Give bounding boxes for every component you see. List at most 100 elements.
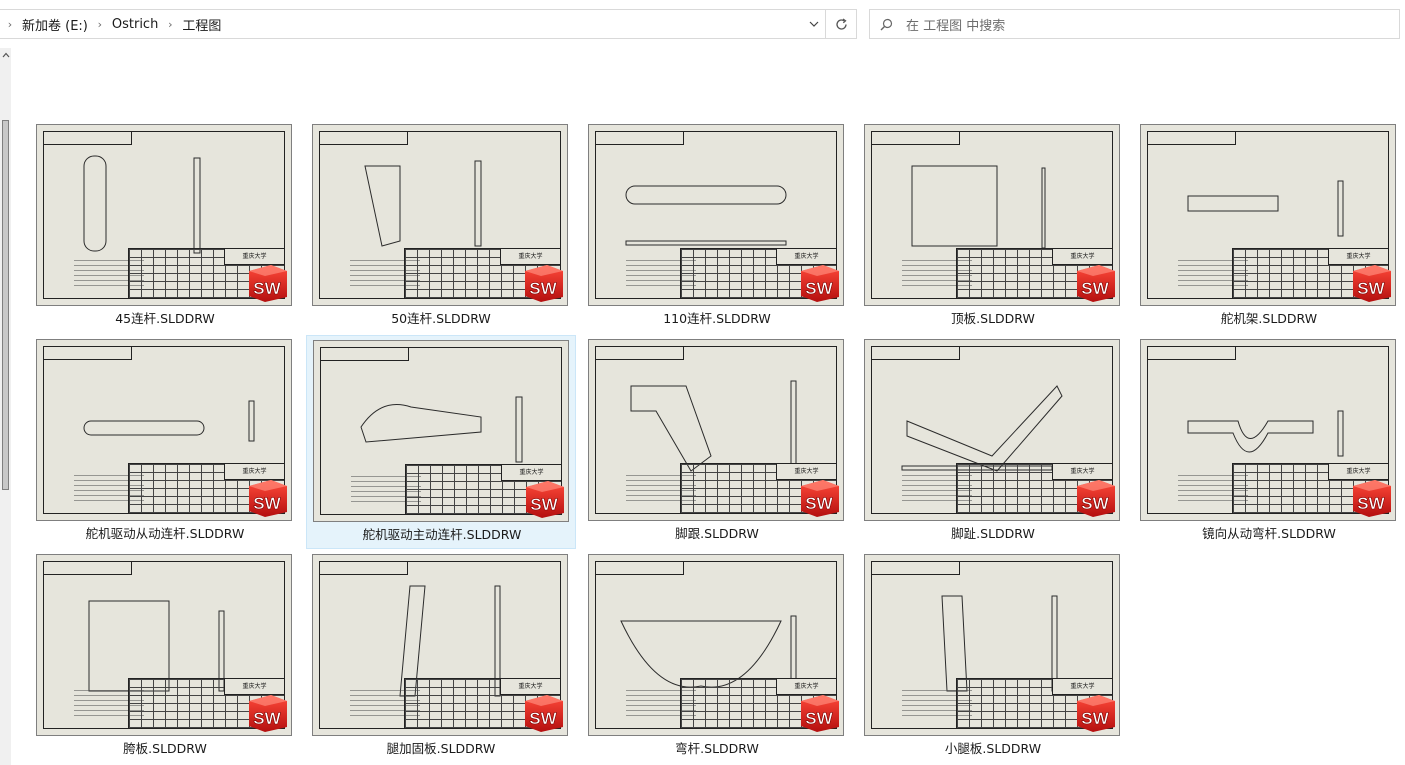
- file-item[interactable]: 重庆大学 SW 顶板.SLDDRW: [858, 120, 1128, 334]
- sheet-corner-box: [596, 562, 684, 575]
- solidworks-logo-icon: SW: [525, 695, 563, 732]
- file-item[interactable]: 重庆大学 SW 50连杆.SLDDRW: [306, 120, 576, 334]
- solidworks-logo-icon: SW: [249, 265, 287, 302]
- sheet-corner-box: [1148, 132, 1236, 145]
- drawing-thumbnail: 重庆大学 SW: [864, 554, 1120, 736]
- file-item[interactable]: 重庆大学 SW 胯板.SLDDRW: [30, 550, 300, 764]
- sheet-corner-box: [872, 347, 960, 360]
- breadcrumb-drive[interactable]: 新加卷 (E:): [20, 15, 90, 34]
- file-name: 顶板.SLDDRW: [951, 311, 1035, 326]
- file-name: 弯杆.SLDDRW: [675, 741, 759, 756]
- drawing-thumbnail: 重庆大学 SW: [1140, 124, 1396, 306]
- file-name: 45连杆.SLDDRW: [115, 311, 215, 326]
- solidworks-logo-icon: SW: [526, 481, 564, 518]
- file-item[interactable]: 重庆大学 SW 110连杆.SLDDRW: [582, 120, 852, 334]
- svg-text:SW: SW: [529, 709, 557, 728]
- solidworks-logo-icon: SW: [801, 480, 839, 517]
- file-name: 镜向从动弯杆.SLDDRW: [1202, 526, 1336, 541]
- file-name: 舵机架.SLDDRW: [1220, 311, 1318, 326]
- search-icon: [880, 18, 906, 31]
- address-bar[interactable]: › 新加卷 (E:) › Ostrich › 工程图: [0, 9, 857, 39]
- refresh-icon[interactable]: [826, 10, 856, 38]
- drawing-thumbnail: 重庆大学 SW: [588, 339, 844, 521]
- sheet-corner-box: [596, 347, 684, 360]
- solidworks-logo-icon: SW: [249, 480, 287, 517]
- chevron-down-icon[interactable]: [802, 10, 826, 38]
- drawing-thumbnail: 重庆大学 SW: [1140, 339, 1396, 521]
- file-item[interactable]: 重庆大学 SW 镜向从动弯杆.SLDDRW: [1134, 335, 1404, 549]
- file-name: 胯板.SLDDRW: [123, 741, 207, 756]
- solidworks-logo-icon: SW: [1353, 480, 1391, 517]
- sheet-corner-box: [872, 562, 960, 575]
- scroll-up-icon[interactable]: [1, 50, 10, 62]
- drawing-thumbnail: 重庆大学 SW: [588, 554, 844, 736]
- file-item[interactable]: 重庆大学 SW 小腿板.SLDDRW: [858, 550, 1128, 764]
- file-name: 小腿板.SLDDRW: [944, 741, 1042, 756]
- solidworks-logo-icon: SW: [1077, 265, 1115, 302]
- file-item[interactable]: 重庆大学 SW 脚跟.SLDDRW: [582, 335, 852, 549]
- chevron-right-icon[interactable]: ›: [90, 18, 110, 31]
- sheet-corner-box: [320, 132, 408, 145]
- svg-text:SW: SW: [805, 709, 833, 728]
- chevron-right-icon[interactable]: ›: [0, 18, 20, 31]
- chevron-right-icon[interactable]: ›: [160, 18, 180, 31]
- svg-text:SW: SW: [253, 709, 281, 728]
- file-item[interactable]: 重庆大学 SW 弯杆.SLDDRW: [582, 550, 852, 764]
- file-name: 舵机驱动从动连杆.SLDDRW: [85, 526, 245, 541]
- solidworks-logo-icon: SW: [1077, 695, 1115, 732]
- file-name: 脚趾.SLDDRW: [951, 526, 1035, 541]
- drawing-thumbnail: 重庆大学 SW: [36, 554, 292, 736]
- file-name: 脚跟.SLDDRW: [675, 526, 759, 541]
- drawing-thumbnail: 重庆大学 SW: [313, 340, 569, 522]
- svg-text:SW: SW: [1081, 709, 1109, 728]
- file-name: 舵机驱动主动连杆.SLDDRW: [362, 527, 522, 542]
- file-item[interactable]: 重庆大学 SW 舵机驱动主动连杆.SLDDRW: [306, 335, 576, 549]
- drawing-thumbnail: 重庆大学 SW: [588, 124, 844, 306]
- svg-text:SW: SW: [253, 279, 281, 298]
- search-input[interactable]: 在 工程图 中搜索: [869, 9, 1400, 39]
- search-placeholder: 在 工程图 中搜索: [906, 18, 1006, 34]
- drawing-thumbnail: 重庆大学 SW: [864, 339, 1120, 521]
- solidworks-logo-icon: SW: [1353, 265, 1391, 302]
- file-name: 50连杆.SLDDRW: [391, 311, 491, 326]
- sheet-corner-box: [320, 562, 408, 575]
- drawing-thumbnail: 重庆大学 SW: [312, 554, 568, 736]
- solidworks-logo-icon: SW: [1077, 480, 1115, 517]
- svg-text:SW: SW: [1357, 279, 1385, 298]
- file-item[interactable]: 重庆大学 SW 舵机架.SLDDRW: [1134, 120, 1404, 334]
- svg-text:SW: SW: [1081, 279, 1109, 298]
- vertical-scrollbar[interactable]: [0, 48, 11, 765]
- breadcrumb-current-folder[interactable]: 工程图: [180, 15, 223, 34]
- sheet-corner-box: [44, 562, 132, 575]
- sheet-corner-box: [44, 347, 132, 360]
- svg-text:SW: SW: [1081, 494, 1109, 513]
- drawing-thumbnail: 重庆大学 SW: [864, 124, 1120, 306]
- solidworks-logo-icon: SW: [801, 695, 839, 732]
- file-name: 腿加固板.SLDDRW: [386, 741, 496, 756]
- svg-text:SW: SW: [253, 494, 281, 513]
- solidworks-logo-icon: SW: [249, 695, 287, 732]
- svg-text:SW: SW: [805, 279, 833, 298]
- file-item[interactable]: 重庆大学 SW 舵机驱动从动连杆.SLDDRW: [30, 335, 300, 549]
- sheet-corner-box: [321, 348, 409, 361]
- file-item[interactable]: 重庆大学 SW 脚趾.SLDDRW: [858, 335, 1128, 549]
- svg-text:SW: SW: [530, 495, 558, 514]
- svg-text:SW: SW: [529, 279, 557, 298]
- solidworks-logo-icon: SW: [801, 265, 839, 302]
- file-item[interactable]: 重庆大学 SW 腿加固板.SLDDRW: [306, 550, 576, 764]
- breadcrumb: › 新加卷 (E:) › Ostrich › 工程图: [0, 10, 802, 38]
- drawing-thumbnail: 重庆大学 SW: [36, 339, 292, 521]
- sheet-corner-box: [872, 132, 960, 145]
- file-name: 110连杆.SLDDRW: [663, 311, 771, 326]
- drawing-thumbnail: 重庆大学 SW: [312, 124, 568, 306]
- svg-text:SW: SW: [1357, 494, 1385, 513]
- sheet-corner-box: [1148, 347, 1236, 360]
- solidworks-logo-icon: SW: [525, 265, 563, 302]
- breadcrumb-ostrich[interactable]: Ostrich: [110, 17, 160, 32]
- scrollbar-thumb[interactable]: [2, 120, 9, 490]
- file-item[interactable]: 重庆大学 SW 45连杆.SLDDRW: [30, 120, 300, 334]
- svg-text:SW: SW: [805, 494, 833, 513]
- sheet-corner-box: [596, 132, 684, 145]
- drawing-thumbnail: 重庆大学 SW: [36, 124, 292, 306]
- toolbar: › 新加卷 (E:) › Ostrich › 工程图 在 工程图 中搜索: [0, 0, 1405, 48]
